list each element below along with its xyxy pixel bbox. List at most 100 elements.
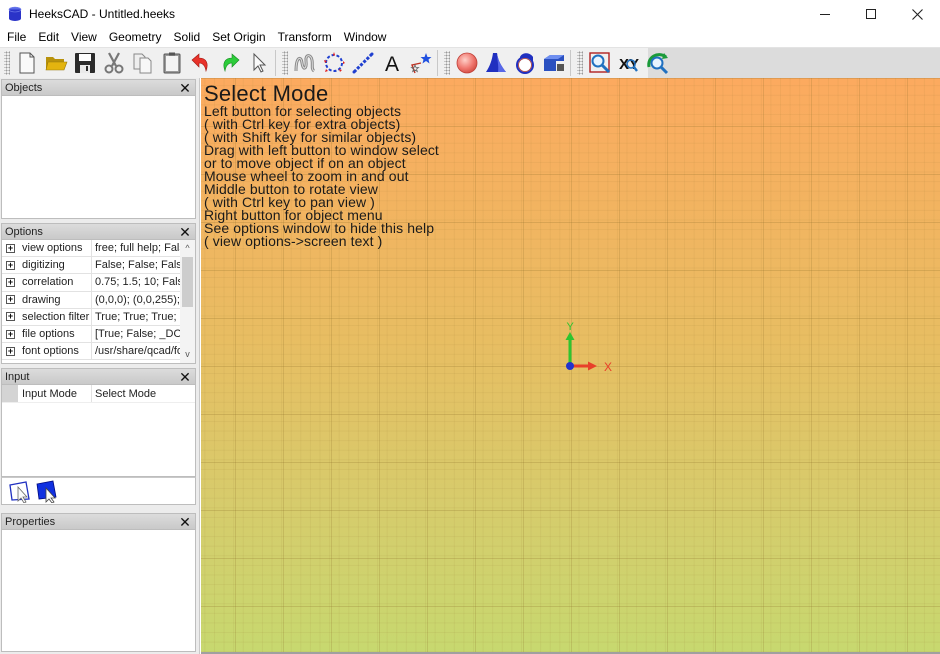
title-bar: HeeksCAD - Untitled.heeks — [0, 0, 940, 28]
window-select-button[interactable] — [6, 477, 33, 505]
object-select-button[interactable] — [33, 477, 60, 505]
input-mode-row[interactable]: Input Mode Select Mode — [2, 385, 195, 403]
sphere-icon — [456, 52, 477, 74]
maximize-icon — [866, 9, 876, 19]
option-value[interactable]: (0,0,0); (0,0,255); — [92, 292, 180, 308]
toolbar-grip[interactable] — [577, 51, 583, 75]
option-value[interactable]: free; full help; False; — [92, 240, 180, 256]
option-value[interactable]: [True; False; _DO — [92, 326, 180, 342]
menu-file[interactable]: File — [0, 28, 32, 47]
cone-button[interactable] — [481, 49, 510, 77]
toolbar-grip[interactable] — [282, 51, 288, 75]
option-name: font options — [19, 343, 92, 360]
input-panel-title: Input — [5, 370, 30, 383]
input-panel-close-icon[interactable]: ✕ — [178, 370, 192, 384]
new-button[interactable] — [12, 49, 41, 77]
y-axis-label: Y — [567, 321, 575, 333]
select-button[interactable] — [244, 49, 273, 77]
expand-icon[interactable]: + — [6, 243, 15, 253]
option-name: file options — [19, 325, 92, 343]
text-button[interactable]: A — [377, 49, 406, 77]
toolbar-grip[interactable] — [444, 51, 450, 75]
solid-button[interactable] — [539, 49, 568, 77]
menu-window[interactable]: Window — [338, 28, 393, 47]
option-row-drawing[interactable]: + drawing (0,0,0); (0,0,255); — [2, 291, 195, 309]
expand-icon[interactable]: + — [6, 260, 15, 270]
window-select-icon — [8, 481, 30, 503]
menu-bar: File Edit View Geometry Solid Set Origin… — [0, 28, 940, 47]
transform-button[interactable] — [406, 49, 435, 77]
options-panel-close-icon[interactable]: ✕ — [178, 225, 192, 239]
undo-button[interactable] — [186, 49, 215, 77]
undo-arrow-icon — [191, 53, 207, 73]
cylinder-button[interactable] — [510, 49, 539, 77]
option-row-file-options[interactable]: + file options [True; False; _DO — [2, 325, 195, 344]
view-rotate-button[interactable] — [643, 49, 672, 77]
option-value[interactable]: True; True; True; — [92, 309, 180, 325]
menu-transform[interactable]: Transform — [272, 28, 338, 47]
objects-tree[interactable] — [1, 96, 196, 219]
menu-geometry[interactable]: Geometry — [103, 28, 168, 47]
input-tools — [1, 477, 196, 505]
copy-icon — [133, 53, 151, 74]
menu-view[interactable]: View — [65, 28, 103, 47]
mode-title: Select Mode — [204, 81, 329, 106]
option-row-view-options[interactable]: + view options free; full help; False; — [2, 240, 195, 258]
properties-panel-close-icon[interactable]: ✕ — [178, 515, 192, 529]
properties-grid[interactable] — [1, 530, 196, 652]
sphere-button[interactable] — [452, 49, 481, 77]
options-grid: + view options free; full help; False; +… — [1, 240, 196, 364]
options-scrollbar[interactable]: ^ v — [180, 240, 195, 363]
menu-solid[interactable]: Solid — [168, 28, 207, 47]
option-name: selection filter — [19, 308, 92, 325]
menu-edit[interactable]: Edit — [32, 28, 65, 47]
maximize-button[interactable] — [848, 0, 894, 28]
expand-icon[interactable]: + — [6, 277, 15, 287]
scroll-down-icon[interactable]: v — [180, 347, 195, 362]
view-xy-icon: XY — [618, 56, 638, 73]
graphics-viewport[interactable]: Select Mode Left button for selecting ob… — [201, 78, 940, 652]
lines-button[interactable] — [348, 49, 377, 77]
svg-text:A: A — [384, 53, 398, 75]
text-icon: A — [384, 53, 398, 75]
objects-panel-header: Objects ✕ — [1, 79, 196, 96]
view-xy-button[interactable]: XY — [614, 49, 643, 77]
help-text: Select Mode Left button for selecting ob… — [204, 81, 439, 249]
objects-panel-close-icon[interactable]: ✕ — [178, 81, 192, 95]
option-value[interactable]: False; False; False; False — [92, 257, 180, 273]
close-window-button[interactable] — [894, 0, 940, 28]
expand-icon[interactable]: + — [6, 312, 15, 322]
expand-icon[interactable]: + — [6, 346, 15, 356]
input-grid: Input Mode Select Mode — [1, 385, 196, 477]
menu-set-origin[interactable]: Set Origin — [206, 28, 271, 47]
scrollbar-thumb[interactable] — [182, 257, 193, 307]
view-extents-button[interactable] — [585, 49, 614, 77]
scroll-up-icon[interactable]: ^ — [180, 241, 195, 256]
expand-icon[interactable]: + — [6, 295, 15, 305]
cut-button[interactable] — [99, 49, 128, 77]
options-panel-title: Options — [5, 225, 43, 238]
properties-panel-header: Properties ✕ — [1, 513, 196, 530]
copy-button[interactable] — [128, 49, 157, 77]
option-value[interactable]: /usr/share/qcad/fo — [92, 343, 180, 359]
option-row-font-options[interactable]: + font options /usr/share/qcad/fo — [2, 343, 195, 361]
option-row-selection-filter[interactable]: + selection filter True; True; True; — [2, 308, 195, 326]
option-row-digitizing[interactable]: + digitizing False; False; False; False — [2, 257, 195, 275]
minimize-button[interactable] — [802, 0, 848, 28]
option-value[interactable]: 0.75; 1.5; 10; False — [92, 274, 180, 290]
sketch-button[interactable] — [290, 49, 319, 77]
option-row-correlation[interactable]: + correlation 0.75; 1.5; 10; False — [2, 274, 195, 292]
paste-button[interactable] — [157, 49, 186, 77]
input-mode-value[interactable]: Select Mode — [92, 385, 156, 402]
toolbar-grip[interactable] — [4, 51, 10, 75]
circles-button[interactable] — [319, 49, 348, 77]
window-title: HeeksCAD - Untitled.heeks — [29, 7, 176, 21]
scissors-icon — [104, 52, 123, 74]
x-axis-label: X — [604, 360, 612, 374]
save-button[interactable] — [70, 49, 99, 77]
cone-icon — [485, 53, 506, 72]
redo-button[interactable] — [215, 49, 244, 77]
open-button[interactable] — [41, 49, 70, 77]
left-dock: Objects ✕ Options ✕ + view options free;… — [0, 78, 200, 654]
expand-icon[interactable]: + — [6, 329, 15, 339]
